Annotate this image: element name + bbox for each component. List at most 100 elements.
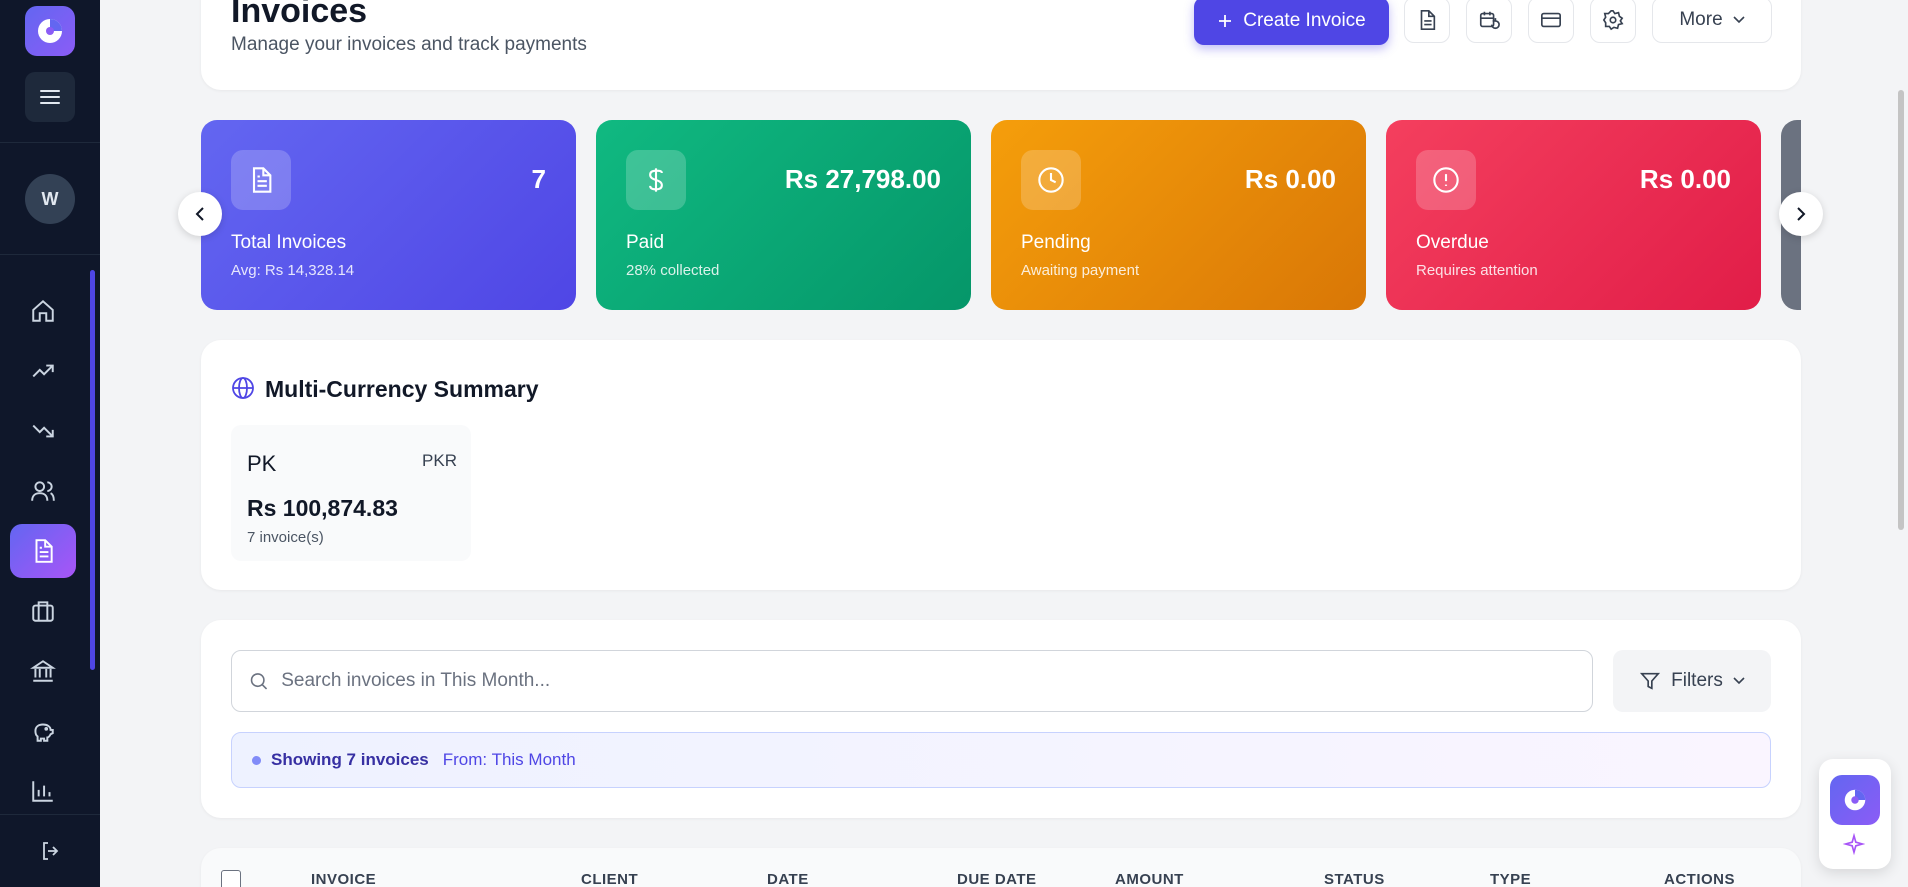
sidebar-item-income[interactable] <box>10 344 76 398</box>
more-label: More <box>1679 9 1723 30</box>
chevron-left-icon <box>195 207 204 221</box>
filters-button[interactable]: Filters <box>1613 650 1771 712</box>
calendar-refresh-icon <box>1479 11 1500 30</box>
assistant-button[interactable] <box>1830 775 1880 825</box>
search-icon <box>250 673 268 690</box>
stat-card-overdue[interactable]: Rs 0.00 Overdue Requires attention <box>1386 120 1761 310</box>
page-scrollbar[interactable] <box>1898 90 1904 530</box>
recurring-button[interactable] <box>1466 0 1512 43</box>
payments-button[interactable] <box>1528 0 1574 43</box>
divider <box>0 254 100 255</box>
sidebar-scrollbar[interactable] <box>90 270 95 670</box>
currency-item[interactable]: PK PKR Rs 100,874.83 7 invoice(s) <box>231 425 471 561</box>
column-header-due-date[interactable]: DUE DATE <box>957 871 1037 887</box>
divider <box>0 814 100 815</box>
stat-value: Rs 27,798.00 <box>784 164 941 194</box>
chevron-down-icon <box>1733 677 1745 685</box>
globe-icon <box>232 377 254 399</box>
more-dropdown[interactable]: More <box>1652 0 1772 43</box>
stat-icon-wrap <box>231 150 291 210</box>
carousel-prev-button[interactable] <box>178 192 222 236</box>
menu-toggle-button[interactable] <box>25 72 75 122</box>
stat-subtext: Avg: Rs 14,328.14 <box>231 262 355 279</box>
column-header-actions: ACTIONS <box>1664 871 1735 887</box>
briefcase-icon <box>32 601 54 622</box>
settings-button[interactable] <box>1590 0 1636 43</box>
stat-value: 7 <box>531 164 546 194</box>
select-all-checkbox[interactable] <box>221 870 241 887</box>
column-header-type[interactable]: TYPE <box>1490 871 1531 887</box>
stat-value: Rs 0.00 <box>1244 164 1336 194</box>
page-subtitle: Manage your invoices and track payments <box>231 34 587 55</box>
sidebar-item-reports[interactable] <box>10 764 76 818</box>
document-icon <box>252 167 272 193</box>
credit-card-icon <box>1541 12 1561 28</box>
chevron-right-icon <box>1797 207 1806 221</box>
page-title: Invoices <box>231 0 368 30</box>
sidebar-item-home[interactable] <box>10 284 76 338</box>
currency-country-code: PK <box>247 451 277 476</box>
avatar[interactable]: W <box>25 174 75 224</box>
stat-label: Paid <box>626 232 665 253</box>
templates-button[interactable] <box>1404 0 1450 43</box>
sparkle-icon <box>1843 833 1865 855</box>
stat-card-paid[interactable]: Rs 27,798.00 Paid 28% collected <box>596 120 971 310</box>
sidebar-item-projects[interactable] <box>10 584 76 638</box>
logout-button[interactable] <box>26 826 76 876</box>
logout-icon <box>43 842 59 860</box>
stat-label: Pending <box>1021 232 1091 253</box>
chevron-down-icon <box>1733 16 1745 24</box>
filters-label: Filters <box>1671 670 1723 691</box>
plus-icon <box>1219 15 1232 27</box>
document-icon <box>1420 10 1436 30</box>
sidebar-item-banking[interactable] <box>10 644 76 698</box>
stat-icon-wrap <box>626 150 686 210</box>
stat-label: Total Invoices <box>231 232 347 253</box>
stat-card-pending[interactable]: Rs 0.00 Pending Awaiting payment <box>991 120 1366 310</box>
dollar-icon <box>649 168 663 192</box>
invoice-table-header: INVOICE CLIENT DATE DUE DATE AMOUNT STAT… <box>201 848 1801 887</box>
search-card: Filters Showing 7 invoices From: This Mo… <box>201 620 1801 818</box>
invoice-icon <box>35 539 53 563</box>
stat-subtext: Requires attention <box>1416 262 1538 279</box>
column-header-client[interactable]: CLIENT <box>581 871 638 887</box>
assistant-logo-icon <box>1844 789 1866 811</box>
page-header: Invoices Manage your invoices and track … <box>201 0 1801 90</box>
sidebar-item-invoices[interactable] <box>10 524 76 578</box>
currency-summary-title: Multi-Currency Summary <box>265 376 539 402</box>
stat-icon-wrap <box>1021 150 1081 210</box>
create-invoice-button[interactable]: Create Invoice <box>1194 0 1389 45</box>
hamburger-icon <box>40 90 60 104</box>
sidebar-item-clients[interactable] <box>10 464 76 518</box>
carousel-next-button[interactable] <box>1779 192 1823 236</box>
results-period: From: This Month <box>442 750 576 769</box>
column-header-invoice[interactable]: INVOICE <box>311 871 376 887</box>
stat-value: Rs 0.00 <box>1639 164 1731 194</box>
sidebar-item-savings[interactable] <box>10 704 76 758</box>
divider <box>0 142 100 143</box>
currency-invoice-count: 7 invoice(s) <box>247 529 324 546</box>
results-count: Showing 7 invoices <box>271 750 429 769</box>
app-logo[interactable] <box>25 6 75 56</box>
column-header-amount[interactable]: AMOUNT <box>1115 871 1184 887</box>
status-dot <box>252 755 261 765</box>
currency-code: PKR <box>422 451 457 470</box>
stat-subtext: 28% collected <box>626 262 720 279</box>
assistant-widget[interactable] <box>1819 759 1891 869</box>
currency-summary-card: Multi-Currency Summary PK PKR Rs 100,874… <box>201 340 1801 590</box>
column-header-status[interactable]: STATUS <box>1324 871 1385 887</box>
sidebar-item-expenses[interactable] <box>10 404 76 458</box>
stat-card-total[interactable]: 7 Total Invoices Avg: Rs 14,328.14 <box>201 120 576 310</box>
users-icon <box>31 481 55 501</box>
column-header-date[interactable]: DATE <box>767 871 809 887</box>
piggy-bank-icon <box>34 723 54 742</box>
search-input[interactable] <box>281 670 1592 692</box>
home-icon <box>32 299 54 322</box>
currency-amount: Rs 100,874.83 <box>247 495 398 521</box>
search-field[interactable] <box>231 650 1593 712</box>
bar-chart-icon <box>32 781 53 802</box>
trending-up-icon <box>32 364 54 378</box>
logo-icon <box>38 19 62 43</box>
alert-circle-icon <box>1433 167 1459 193</box>
stat-subtext: Awaiting payment <box>1021 262 1140 279</box>
